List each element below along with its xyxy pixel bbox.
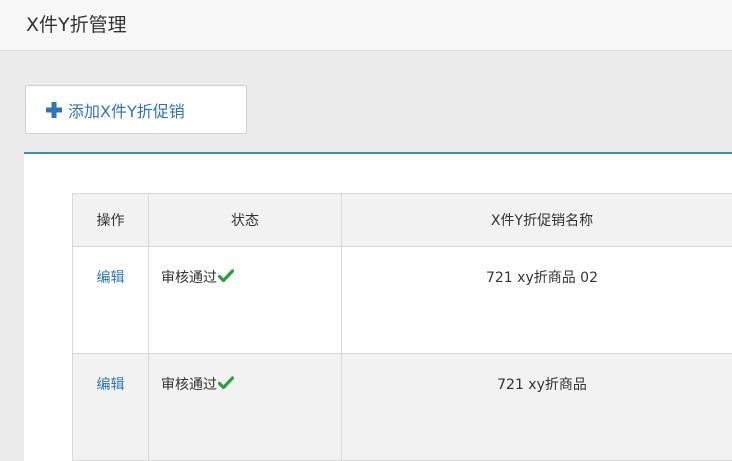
page: X件Y折管理 添加X件Y折促销 操作 状态 X件Y折促销名称 编辑 审核通过 7… — [0, 0, 732, 461]
add-promotion-button[interactable]: 添加X件Y折促销 — [25, 85, 247, 134]
action-cell: 编辑 — [72, 353, 149, 461]
edit-link[interactable]: 编辑 — [97, 270, 125, 286]
column-header-name: X件Y折促销名称 — [341, 193, 732, 247]
check-icon — [218, 376, 234, 390]
status-text: 审核通过 — [161, 270, 217, 286]
page-title: X件Y折管理 — [26, 14, 127, 36]
column-header-action: 操作 — [72, 193, 149, 247]
page-header: X件Y折管理 — [0, 0, 732, 51]
edit-link[interactable]: 编辑 — [97, 377, 125, 393]
action-cell: 编辑 — [72, 246, 149, 354]
check-icon — [218, 269, 234, 283]
name-cell: 721 xy折商品 02 — [341, 246, 732, 354]
plus-icon — [46, 101, 62, 118]
promotion-table: 操作 状态 X件Y折促销名称 编辑 审核通过 721 xy折商品 02 编辑 审… — [72, 193, 732, 461]
table-row: 编辑 审核通过 721 xy折商品 02 — [72, 246, 732, 354]
name-cell: 721 xy折商品 — [341, 353, 732, 461]
status-text: 审核通过 — [161, 377, 217, 393]
table-header-row: 操作 状态 X件Y折促销名称 — [72, 193, 732, 247]
add-promotion-label: 添加X件Y折促销 — [68, 101, 185, 121]
column-header-status: 状态 — [148, 193, 342, 247]
status-cell: 审核通过 — [148, 246, 342, 354]
table-row: 编辑 审核通过 721 xy折商品 — [72, 353, 732, 461]
status-cell: 审核通过 — [148, 353, 342, 461]
